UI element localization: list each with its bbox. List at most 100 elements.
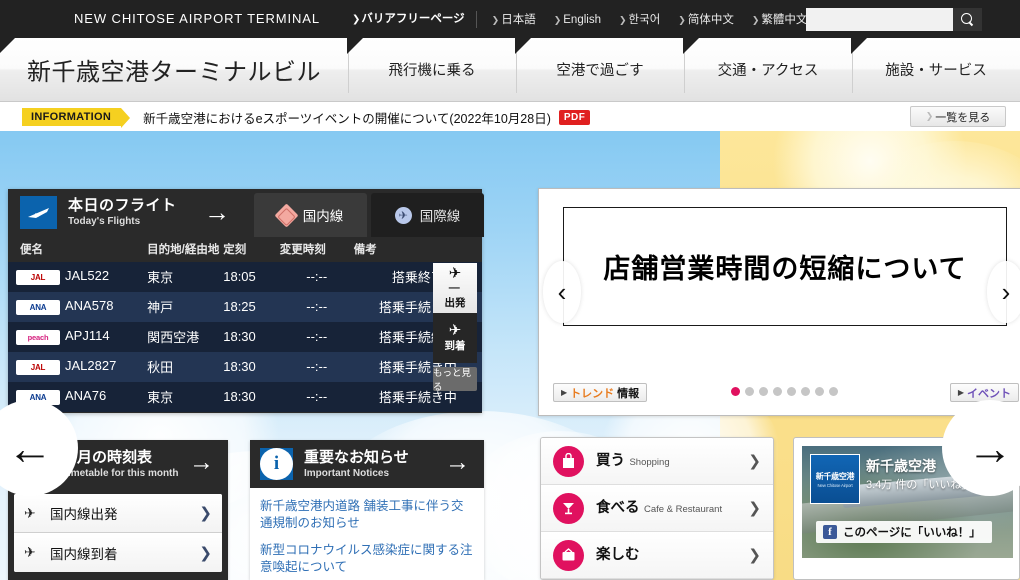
category-label-en: Shopping — [629, 457, 670, 468]
timetable-list: ✈ 国内線出発 ❯ ✈ 国内線到着 ❯ — [14, 494, 222, 572]
carousel-prev-button[interactable]: ‹ — [543, 261, 581, 323]
category-item-shopping[interactable]: 買う Shopping ❯ — [541, 438, 773, 485]
search-button[interactable] — [953, 8, 982, 31]
language-links: ❯バリアフリーページ ❯ 日本語 ❯ English ❯ 한국어 ❯ 简体中文 ❯ 繁體中… — [350, 11, 816, 28]
flights-more-button[interactable]: もっと見る — [433, 367, 477, 393]
carousel-dot[interactable] — [787, 387, 796, 396]
trend-info-button[interactable]: ▶ トレンド 情報 — [553, 383, 648, 402]
info-icon: i — [260, 448, 293, 480]
chevron-right-icon: ❯ — [751, 14, 760, 25]
nav-item-spend-at-airport[interactable]: 空港で過ごす — [515, 38, 684, 101]
carousel-dot[interactable] — [773, 387, 782, 396]
trend-label-a: トレンド — [570, 387, 615, 400]
notice-link[interactable]: 新型コロナウイルス感染症に関する注意喚起について — [260, 542, 474, 577]
todays-flights-panel: 本日のフライト Today's Flights → 国内線 ✈ 国際線 便名 目 — [8, 189, 484, 413]
lang-link-en[interactable]: ❯ English — [545, 12, 610, 28]
category-label-en: Cafe & Restaurant — [643, 504, 723, 515]
departure-plane-icon: ✈ — — [448, 264, 462, 294]
event-label: イベント — [967, 387, 1011, 400]
tab-domestic[interactable]: 国内線 — [254, 193, 367, 237]
table-row[interactable]: peach APJ114 関西空港 18:30 --:-- 搭乗手続終了 — [8, 322, 482, 352]
table-row[interactable]: ANA ANA76 東京 18:30 --:-- 搭乗手続き中 — [8, 382, 482, 412]
cell-destination: 関西空港 — [147, 322, 224, 352]
carousel-dot[interactable] — [801, 387, 810, 396]
flights-arrow-link[interactable]: → — [204, 199, 230, 225]
chevron-right-icon: ❯ — [352, 14, 361, 25]
cell-flight: peach APJ114 — [8, 322, 148, 352]
chevron-right-icon: ❯ — [925, 111, 934, 121]
promo-carousel: 店舗営業時間の短縮について ‹ › ▶ トレンド 情報 ▶ イベント — [538, 188, 1020, 416]
timetable-item-label: 国内線出発 — [50, 507, 118, 522]
notices-list: 新千歳空港内道路 舗装工事に伴う交通規制のお知らせ 新型コロナウイルス感染症に関… — [250, 488, 484, 580]
category-item-text: 食べる Cafe & Restaurant — [596, 499, 748, 517]
carousel-dot[interactable] — [731, 387, 740, 396]
information-headline-link[interactable]: 新千歳空港におけるeスポーツイベントの開催について(2022年10月28日) — [143, 108, 551, 127]
cell-destination: 東京 — [147, 382, 224, 412]
information-list-button[interactable]: ❯ 一覧を見る — [910, 106, 1006, 127]
triangle-right-icon: ▶ — [957, 388, 964, 397]
information-bar: INFORMATION 新千歳空港におけるeスポーツイベントの開催について(20… — [0, 103, 1020, 131]
carousel-slide-title: 店舗営業時間の短縮について — [603, 254, 967, 284]
arrival-plane-icon: ✈ — [24, 544, 36, 560]
flights-title-ja: 本日のフライト — [68, 197, 177, 214]
category-label-ja: 買う — [596, 453, 625, 469]
nav-item-board-plane[interactable]: 飛行機に乗る — [347, 38, 516, 101]
carousel-slide[interactable]: 店舗営業時間の短縮について — [563, 207, 1007, 326]
flights-side-toggle: ✈ — 出発 ✈ 到着 もっと見る — [433, 263, 477, 393]
notice-link[interactable]: 新千歳空港内道路 舗装工事に伴う交通規制のお知らせ — [260, 498, 474, 533]
nav-notch — [0, 38, 15, 54]
carousel-dot[interactable] — [745, 387, 754, 396]
nav-notch — [683, 38, 699, 54]
timetable-item-domestic-departure[interactable]: ✈ 国内線出発 ❯ — [14, 494, 222, 533]
timetable-item-domestic-arrival[interactable]: ✈ 国内線到着 ❯ — [14, 533, 222, 572]
nav-item-home[interactable]: 新千歳空港ターミナルビル — [0, 38, 348, 101]
important-notices-card: i 重要なお知らせ Important Notices → 新千歳空港内道路 舗… — [250, 440, 484, 580]
category-item-dining[interactable]: 食べる Cafe & Restaurant ❯ — [541, 485, 773, 532]
timetable-arrow-link[interactable]: → — [189, 450, 214, 475]
accessibility-page-link[interactable]: ❯バリアフリーページ — [350, 11, 474, 28]
search-icon — [961, 13, 974, 26]
notices-arrow-link[interactable]: → — [445, 450, 470, 475]
flights-title: 本日のフライト Today's Flights — [68, 194, 177, 227]
airline-logo-peach: peach — [16, 329, 60, 345]
carousel-dot[interactable] — [759, 387, 768, 396]
notices-title: 重要なお知らせ Important Notices — [304, 446, 409, 479]
table-row[interactable]: JAL JAL2827 秋田 18:30 --:-- 搭乗手続き中 — [8, 352, 482, 382]
category-item-entertainment[interactable]: 楽しむ ❯ — [541, 532, 773, 579]
table-row[interactable]: JAL JAL522 東京 18:05 --:-- 搭乗終了 — [8, 262, 482, 292]
toggle-departures[interactable]: ✈ — 出発 — [433, 263, 477, 313]
lang-link-ja[interactable]: ❯ 日本語 — [483, 12, 545, 28]
notices-title-ja: 重要なお知らせ — [304, 449, 409, 466]
avatar-title: 新千歳空港 — [815, 471, 855, 481]
nav-notch — [515, 38, 531, 54]
cell-flight: ANA ANA578 — [8, 292, 148, 322]
table-row[interactable]: ANA ANA578 神戸 18:25 --:-- 搭乗手続き中 — [8, 292, 482, 322]
notices-title-en: Important Notices — [304, 468, 390, 479]
triangle-right-icon: ▶ — [561, 388, 568, 397]
search-input[interactable] — [806, 8, 953, 31]
carousel-next-button[interactable]: › — [987, 261, 1020, 323]
col-destination: 目的地/経由地 — [147, 237, 224, 262]
tab-international[interactable]: ✈ 国際線 — [371, 193, 484, 237]
chevron-right-icon: ❯ — [491, 14, 500, 25]
nav-label: 空港で過ごす — [556, 63, 644, 79]
facebook-like-button[interactable]: f このページに「いいね！」 — [816, 521, 992, 543]
cell-changed: --:-- — [279, 322, 354, 352]
carousel-dot[interactable] — [815, 387, 824, 396]
chevron-right-icon: ❯ — [199, 505, 212, 522]
event-info-button[interactable]: ▶ イベント — [949, 383, 1019, 402]
carousel-dot[interactable] — [829, 387, 838, 396]
chevron-right-icon: ❯ — [199, 544, 212, 562]
lang-link-ko[interactable]: ❯ 한국어 — [610, 12, 669, 28]
nav-item-transport-access[interactable]: 交通・アクセス — [683, 38, 852, 101]
flights-table: 便名 目的地/経由地 定刻 変更時刻 備考 JAL JAL522 東京 18:05… — [8, 237, 482, 412]
cell-destination: 東京 — [147, 262, 224, 292]
lang-link-zh-cn[interactable]: ❯ 简体中文 — [669, 12, 743, 28]
cell-scheduled: 18:30 — [223, 382, 280, 412]
avatar: 新千歳空港 New Chitose Airport — [810, 454, 860, 504]
nav-item-facilities-services[interactable]: 施設・サービス — [851, 38, 1020, 101]
flights-table-body: JAL JAL522 東京 18:05 --:-- 搭乗終了 ANA ANA578 … — [8, 262, 482, 412]
toggle-arrivals[interactable]: ✈ 到着 — [433, 313, 477, 363]
info-icon-glyph: i — [260, 448, 293, 480]
avatar-subtitle: New Chitose Airport — [817, 482, 853, 488]
